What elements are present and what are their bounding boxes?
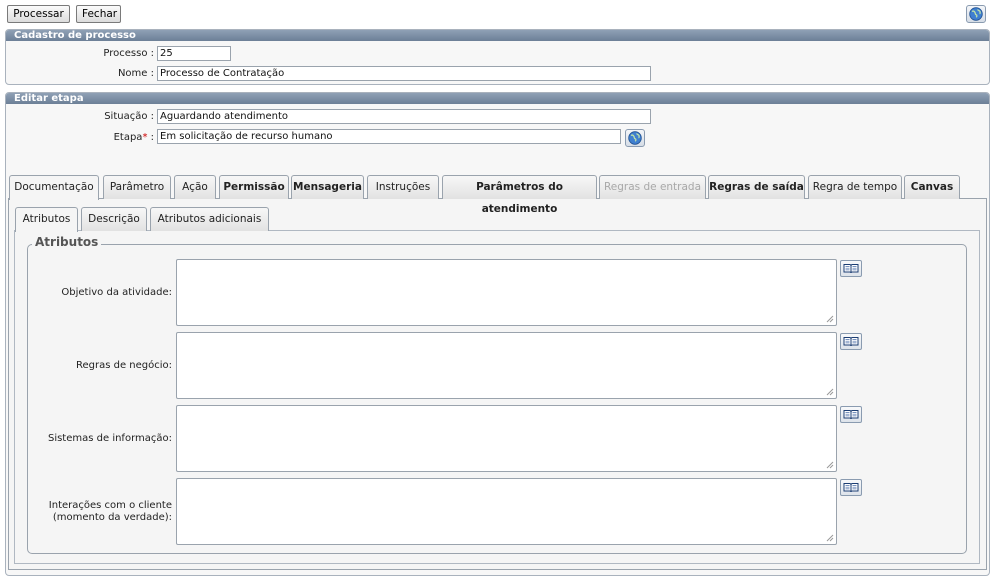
help-globe-icon[interactable] [966, 5, 986, 23]
objetivo-label: Objetivo da atividade: [61, 287, 172, 298]
resize-grip-icon[interactable] [826, 461, 834, 469]
objetivo-textarea[interactable] [176, 259, 837, 326]
book-icon[interactable] [840, 479, 862, 496]
etapa-label-colon: : [147, 132, 154, 143]
tab-permissao[interactable]: Permissão [219, 175, 289, 199]
resize-grip-icon[interactable] [826, 534, 834, 542]
book-icon[interactable] [840, 333, 862, 350]
resize-grip-icon[interactable] [826, 388, 834, 396]
tab-documentacao[interactable]: Documentação [9, 175, 99, 200]
processo-field[interactable]: 25 [157, 46, 231, 61]
sistemas-informacao-textarea[interactable] [176, 405, 837, 472]
interacoes-label-line1: Interações com o cliente [48, 500, 172, 511]
interacoes-label-line2: (momento da verdade): [52, 512, 172, 523]
nome-field[interactable]: Processo de Contratação [157, 66, 651, 81]
tab-regras-entrada: Regras de entrada [599, 175, 706, 199]
subtab-descricao[interactable]: Descrição [81, 207, 147, 231]
situacao-label: Situação : [104, 111, 154, 122]
lookup-globe-icon[interactable] [625, 129, 645, 147]
subtab-atributos-adicionais[interactable]: Atributos adicionais [150, 207, 269, 231]
regras-negocio-label: Regras de negócio: [75, 360, 172, 371]
regras-negocio-textarea[interactable] [176, 332, 837, 399]
interacoes-cliente-textarea[interactable] [176, 478, 837, 545]
sistemas-informacao-label: Sistemas de informação: [47, 433, 172, 444]
etapa-field[interactable]: Em solicitação de recurso humano [157, 129, 621, 144]
resize-grip-icon[interactable] [826, 315, 834, 323]
subtab-atributos[interactable]: Atributos [15, 207, 78, 232]
nome-label: Nome : [117, 68, 154, 79]
tab-parametro[interactable]: Parâmetro [103, 175, 171, 199]
atributos-legend: Atributos [32, 235, 102, 249]
tab-canvas[interactable]: Canvas [904, 175, 960, 199]
tab-parametros-atendimento[interactable]: Parâmetros do atendimento [442, 175, 597, 215]
cadastro-panel-title: Cadastro de processo [6, 30, 989, 41]
tab-regra-tempo[interactable]: Regra de tempo [808, 175, 902, 199]
book-icon[interactable] [840, 406, 862, 423]
book-icon[interactable] [840, 260, 862, 277]
tab-regras-saida[interactable]: Regras de saída [708, 175, 805, 199]
process-button[interactable]: Processar [7, 5, 70, 23]
etapa-label-text: Etapa [113, 132, 143, 143]
etapa-label: Etapa* : [30, 132, 154, 143]
close-button[interactable]: Fechar [76, 5, 121, 23]
editar-panel-title: Editar etapa [6, 93, 989, 104]
tab-acao[interactable]: Ação [174, 175, 216, 199]
tab-instrucoes[interactable]: Instruções [367, 175, 439, 199]
tab-mensageria[interactable]: Mensageria [291, 175, 364, 199]
situacao-field[interactable]: Aguardando atendimento [157, 109, 651, 124]
processo-label: Processo : [103, 48, 154, 59]
interacoes-cliente-label: Interações com o cliente (momento da ver… [30, 500, 172, 524]
